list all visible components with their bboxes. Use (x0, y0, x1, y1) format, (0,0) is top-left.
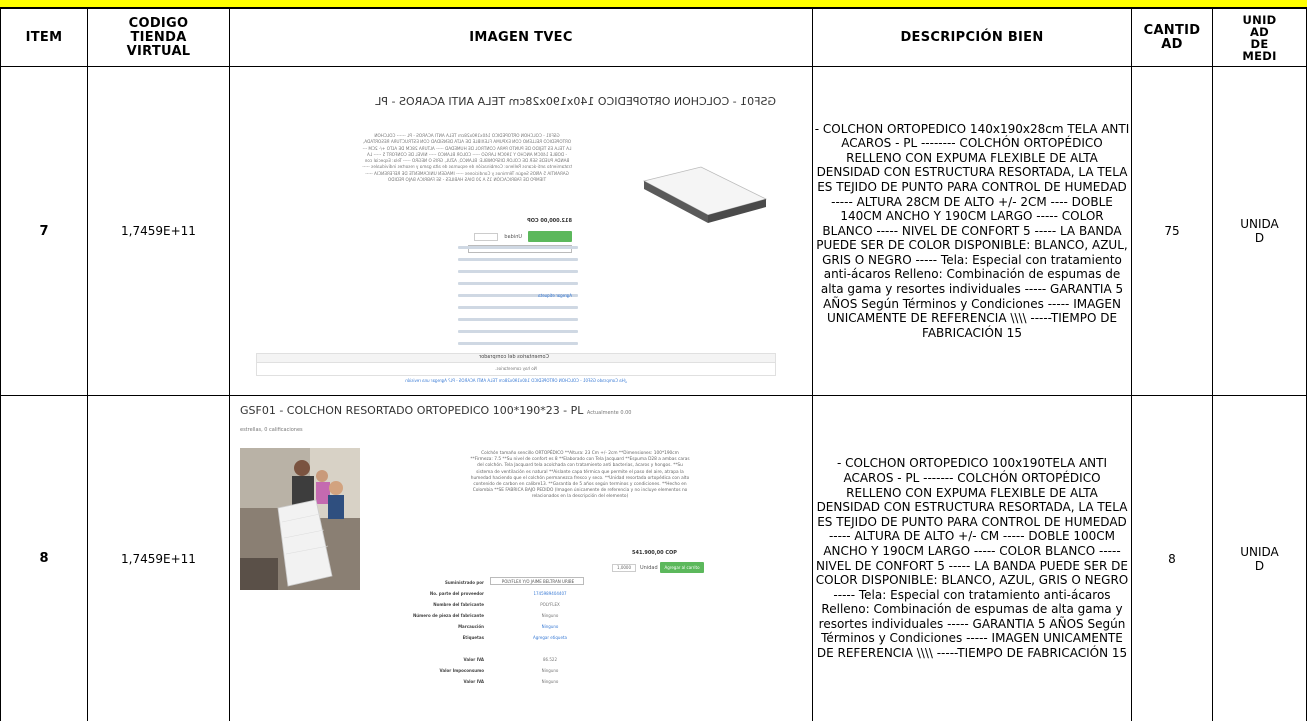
item-number: 7 (0, 66, 88, 396)
product-title: GSF01 - COLCHON ORTOPEDICO 140x190x28cm … (375, 95, 776, 108)
product-meta-labels: Suministrado por No. parte del proveedor… (412, 580, 484, 684)
add-to-cart-button[interactable]: Agregar al carrito (660, 562, 704, 573)
quantity-input[interactable]: 1,0000 (612, 564, 636, 572)
mattress-image (642, 166, 768, 223)
item-description: - COLCHON ORTOPEDICO 140x190x28cm TELA A… (812, 66, 1132, 396)
item-number: 8 (0, 395, 88, 721)
item-description: - COLCHON ORTOPEDICO 100x190TELA ANTI AC… (812, 395, 1132, 721)
tag-link[interactable]: Agregar etiqueta (538, 293, 572, 298)
add-to-cart-button[interactable] (528, 231, 572, 242)
header-cantidad: CANTID AD (1131, 8, 1213, 67)
product-description-text: GSF01 - COLCHON ORTOPEDICO 140x190x28cm … (362, 133, 572, 183)
product-description-text: Colchón tamaño sencillo ORTOPÉDICO **Alt… (470, 451, 690, 500)
header-unidad: UNID AD DE MEDI (1212, 8, 1307, 67)
product-rating-text: estrellas, 0 calificaciones (240, 427, 303, 433)
product-meta-list (458, 246, 578, 366)
header-imagen: IMAGEN TVEC (229, 8, 813, 67)
quantity-input[interactable] (474, 233, 498, 241)
product-screenshot-cell: GSF01 - COLCHON RESORTADO ORTOPEDICO 100… (229, 395, 813, 721)
product-title: GSF01 - COLCHON RESORTADO ORTOPEDICO 100… (240, 404, 632, 417)
product-price: 812.000,00 COP (527, 218, 572, 224)
comments-panel: Comentarios del comprador No hay comenta… (256, 353, 776, 376)
store-code: 1,7459E+11 (87, 395, 230, 721)
product-meta-values: . 1745989404407 POLYFLEX Ninguno Ninguno… (533, 591, 567, 684)
table-row: 7 1,7459E+11 GSF01 - COLCHON ORTOPEDICO … (0, 66, 1307, 396)
items-table: ITEM CODIGO TIENDA VIRTUAL IMAGEN TVEC D… (0, 8, 1307, 721)
yellow-header-band (0, 0, 1307, 8)
item-unit: UNIDA D (1212, 66, 1307, 396)
table-row: 8 1,7459E+11 GSF01 - COLCHON RESORTADO O… (0, 395, 1307, 721)
comments-body: No hay comentarios. (495, 366, 537, 371)
unit-label: Unidad (504, 234, 522, 240)
product-screenshot-mirrored: GSF01 - COLCHON ORTOPEDICO 140x190x28cm … (236, 73, 798, 389)
header-descripcion: DESCRIPCIÓN BIEN (812, 8, 1132, 67)
product-photo (240, 448, 360, 590)
item-quantity: 8 (1131, 395, 1213, 721)
product-price: 541.900,00 COP (632, 550, 677, 556)
item-quantity: 75 (1131, 66, 1213, 396)
store-code: 1,7459E+11 (87, 66, 230, 396)
header-item: ITEM (0, 8, 88, 67)
product-screenshot: GSF01 - COLCHON RESORTADO ORTOPEDICO 100… (236, 402, 798, 718)
product-rating-prefix: Actualmente 0.00 (586, 410, 632, 416)
item-unit: UNIDA D (1212, 395, 1307, 721)
unit-label: Unidad (640, 565, 658, 571)
table-header-row: ITEM CODIGO TIENDA VIRTUAL IMAGEN TVEC D… (0, 8, 1307, 67)
product-screenshot-cell: GSF01 - COLCHON ORTOPEDICO 140x190x28cm … (229, 66, 813, 396)
comments-title: Comentarios del comprador (257, 354, 775, 363)
supplier-select[interactable]: POLYFLEX Y/O JAIME BELTRAN URIBE (490, 577, 584, 585)
header-codigo: CODIGO TIENDA VIRTUAL (87, 8, 230, 67)
review-link[interactable]: ¿Ha Comprado GSF01 - COLCHON ORTOPEDICO … (256, 378, 776, 383)
